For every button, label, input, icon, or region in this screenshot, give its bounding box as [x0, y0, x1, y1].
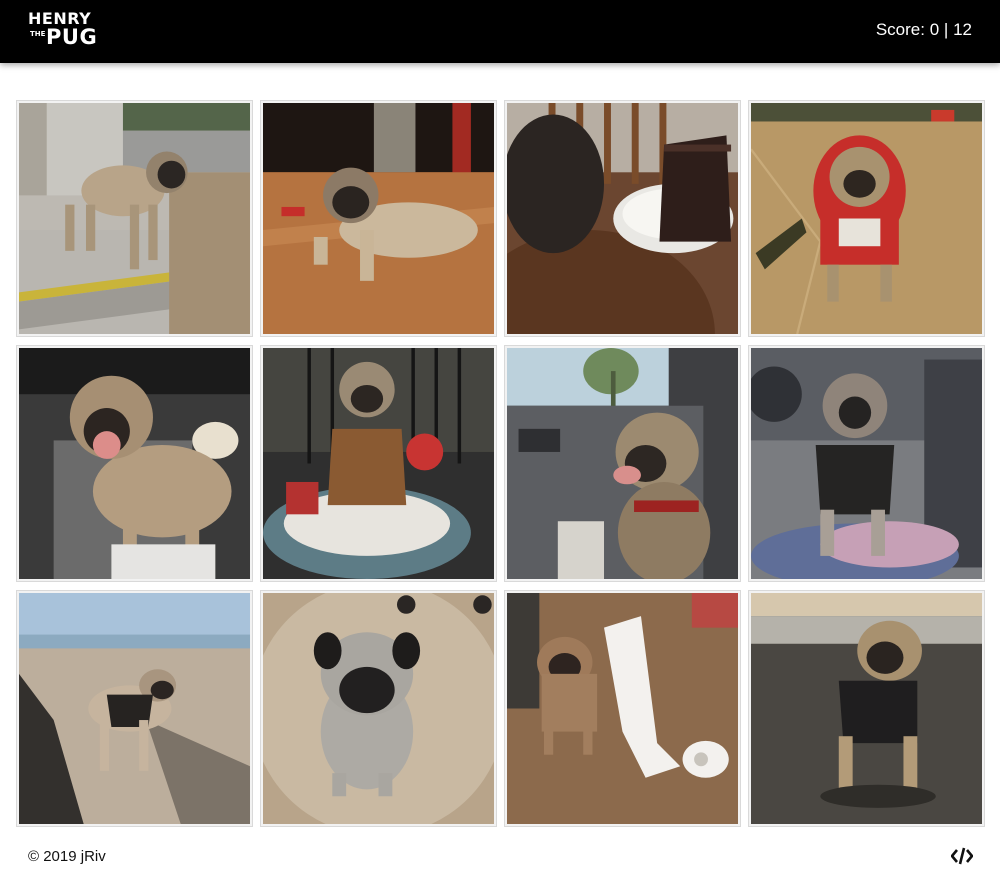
- pug-red-hoodie-photo: [751, 103, 982, 334]
- pug-card[interactable]: [748, 590, 985, 827]
- pug-lying-wood-floor-photo: [263, 103, 494, 334]
- pug-beach-photo: [19, 593, 250, 824]
- pug-card[interactable]: [260, 345, 497, 582]
- pug-car-seat-harness-photo: [751, 348, 982, 579]
- pug-car-seat-open-mouth-photo: [19, 348, 250, 579]
- header-bar: HENRY THE PUG Score: 0 | 12: [0, 0, 1000, 63]
- pug-card[interactable]: [16, 100, 253, 337]
- pug-card[interactable]: [504, 100, 741, 337]
- score-label: Score:: [875, 20, 925, 39]
- henry-the-pug-logo[interactable]: HENRY THE PUG: [28, 10, 100, 50]
- pug-card[interactable]: [748, 345, 985, 582]
- pug-street-harness-photo: [751, 593, 982, 824]
- score-display: Score: 0 | 12: [876, 19, 972, 41]
- pug-looking-up-photo: [263, 593, 494, 824]
- pug-card[interactable]: [504, 345, 741, 582]
- pug-cake-plate-photo: [507, 103, 738, 334]
- code-icon[interactable]: [951, 847, 973, 865]
- pug-photo-grid: [16, 100, 986, 827]
- score-separator: |: [943, 20, 949, 39]
- copyright-text: © 2019 jRiv: [28, 848, 106, 865]
- score-current: 0: [929, 20, 940, 39]
- pug-card[interactable]: [16, 590, 253, 827]
- score-total: 12: [953, 20, 972, 39]
- pug-car-window-red-collar-photo: [507, 348, 738, 579]
- pug-card[interactable]: [260, 590, 497, 827]
- pug-card[interactable]: [748, 100, 985, 337]
- logo-line-the: THE: [30, 30, 46, 38]
- logo-line-pug: PUG: [46, 25, 98, 49]
- pug-standing-curb-photo: [19, 103, 250, 334]
- pug-card[interactable]: [504, 590, 741, 827]
- pug-card[interactable]: [16, 345, 253, 582]
- pug-costume-bed-photo: [263, 348, 494, 579]
- pug-toilet-paper-photo: [507, 593, 738, 824]
- pug-card[interactable]: [260, 100, 497, 337]
